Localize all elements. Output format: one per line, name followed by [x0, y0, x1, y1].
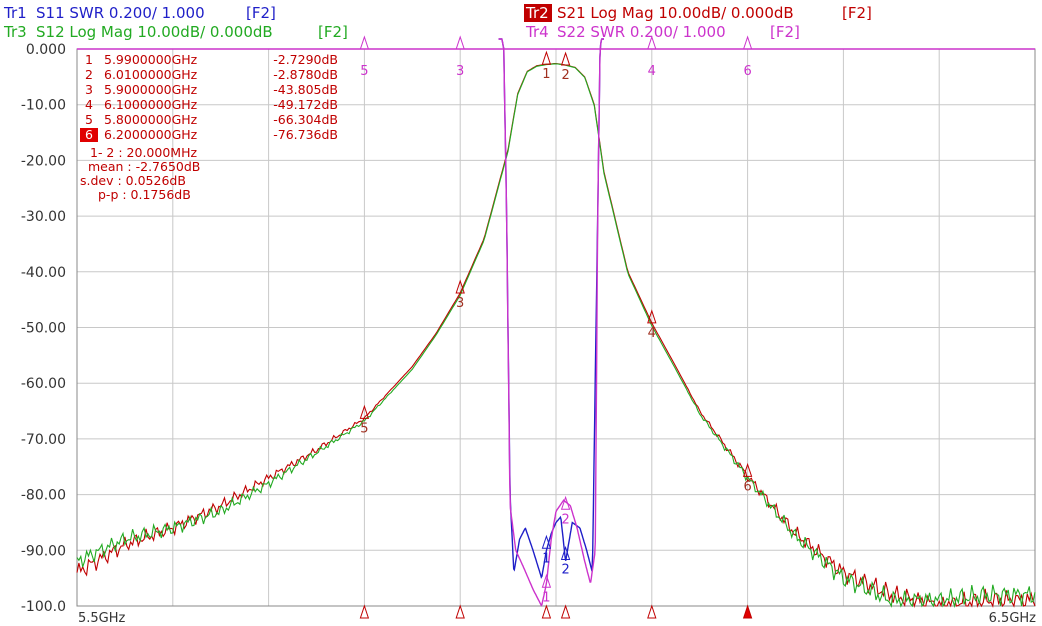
marker-6-label: 6	[743, 479, 751, 494]
y-tick-label: -20.00	[21, 153, 66, 169]
marker-4-label: 4	[648, 326, 656, 341]
marker-table-num: 4	[85, 97, 93, 112]
marker-table-value: -49.172dB	[273, 97, 338, 112]
marker-table-freq: 5.9900000GHz	[104, 52, 198, 67]
statistics-line: p-p : 0.1756dB	[98, 187, 191, 202]
statistics-line: mean : -2.7650dB	[88, 159, 200, 174]
marker-3-label: 3	[456, 296, 464, 311]
tr3-fkey: [F2]	[318, 23, 348, 41]
x-stop-label: 6.5GHz	[989, 611, 1037, 626]
marker-2-label: 2	[561, 68, 569, 83]
marker-table-num: 5	[85, 112, 93, 127]
marker-s22-1-label: 1	[542, 590, 550, 605]
y-tick-label: -60.00	[21, 376, 66, 392]
tr2-text: S21 Log Mag 10.00dB/ 0.000dB	[557, 4, 794, 22]
statistics-line: s.dev : 0.0526dB	[80, 173, 186, 188]
y-tick-label: -30.00	[21, 209, 66, 225]
y-tick-label: -10.00	[21, 98, 66, 114]
tr1-text: S11 SWR 0.200/ 1.000	[36, 4, 205, 22]
marker-table-freq: 5.9000000GHz	[104, 82, 198, 97]
statistics-line: 1- 2 : 20.000MHz	[90, 145, 197, 160]
y-tick-label: 0.000	[26, 42, 66, 58]
marker-table-num: 3	[85, 82, 93, 97]
marker-1-label: 1	[542, 67, 550, 82]
tr2-fkey: [F2]	[842, 4, 872, 22]
marker-table-freq: 5.8000000GHz	[104, 112, 198, 127]
marker-table-freq: 6.1000000GHz	[104, 97, 198, 112]
marker-table-freq: 6.2000000GHz	[104, 127, 198, 142]
tr2-label[interactable]: Tr2	[525, 4, 549, 22]
tr1-fkey: [F2]	[246, 4, 276, 22]
tr1-label[interactable]: Tr1	[3, 4, 27, 22]
marker-s22-4-label: 4	[648, 64, 656, 79]
marker-table-value: -66.304dB	[273, 112, 338, 127]
y-tick-label: -70.00	[21, 432, 66, 448]
marker-s22-3-label: 3	[456, 64, 464, 79]
tr4-fkey: [F2]	[770, 23, 800, 41]
vna-chart: Tr1 S11 SWR 0.200/ 1.000 [F2] Tr2 S21 Lo…	[0, 0, 1042, 626]
marker-s22-6-label: 6	[743, 64, 751, 79]
marker-table-value: -76.736dB	[273, 127, 338, 142]
x-start-label: 5.5GHz	[78, 611, 126, 626]
y-tick-label: -50.00	[21, 321, 66, 337]
marker-s22-2-label: 2	[561, 512, 569, 527]
statistics-block: 1- 2 : 20.000MHzmean : -2.7650dBs.dev : …	[80, 145, 200, 202]
y-tick-label: -40.00	[21, 265, 66, 281]
y-tick-label: -80.00	[21, 488, 66, 504]
marker-table-freq: 6.0100000GHz	[104, 67, 198, 82]
marker-table-num: 1	[85, 52, 93, 67]
marker-table-num: 6	[85, 127, 93, 142]
marker-s11-1-label: 1	[542, 551, 550, 566]
tr3-text: S12 Log Mag 10.00dB/ 0.000dB	[36, 23, 273, 41]
marker-table-value: -2.8780dB	[273, 67, 338, 82]
marker-5-label: 5	[360, 421, 368, 436]
marker-s22-5-label: 5	[360, 64, 368, 79]
tr4-label[interactable]: Tr4	[525, 23, 549, 41]
y-tick-label: -100.0	[21, 599, 66, 615]
marker-table-value: -2.7290dB	[273, 52, 338, 67]
tr4-text: S22 SWR 0.200/ 1.000	[557, 23, 726, 41]
y-tick-label: -90.00	[21, 543, 66, 559]
marker-table-num: 2	[85, 67, 93, 82]
tr3-label[interactable]: Tr3	[3, 23, 27, 41]
marker-table-value: -43.805dB	[273, 82, 338, 97]
marker-s11-2-label: 2	[561, 562, 569, 577]
